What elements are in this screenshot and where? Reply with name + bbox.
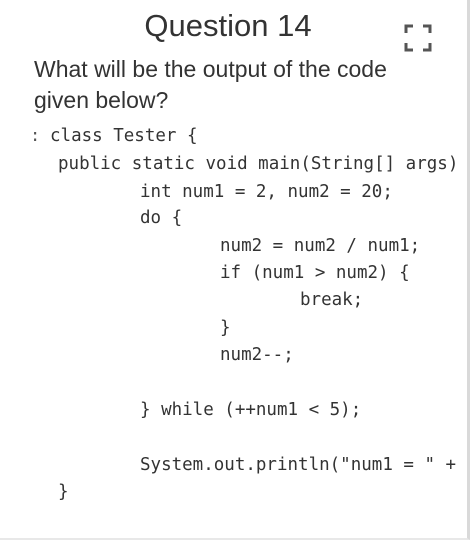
question-card: Question 14 What will be the output of t… — [0, 0, 470, 540]
code-line-9: num2--; — [220, 345, 294, 365]
code-block: class Tester { public static void main(S… — [0, 0, 474, 542]
code-line-1: class Tester { — [50, 126, 198, 146]
code-line-10: } while (++num1 < 5); — [140, 400, 362, 420]
code-line-7: break; — [300, 290, 364, 310]
code-line-2: public static void main(String[] args) — [58, 154, 459, 174]
code-line-11: System.out.println("num1 = " + — [140, 455, 457, 475]
code-line-3: int num1 = 2, num2 = 20; — [140, 182, 393, 202]
code-line-12: } — [58, 482, 69, 502]
code-line-6: if (num1 > num2) { — [220, 263, 410, 283]
code-line-5: num2 = num2 / num1; — [220, 236, 421, 256]
code-line-4: do { — [140, 208, 183, 228]
code-line-8: } — [220, 318, 231, 338]
